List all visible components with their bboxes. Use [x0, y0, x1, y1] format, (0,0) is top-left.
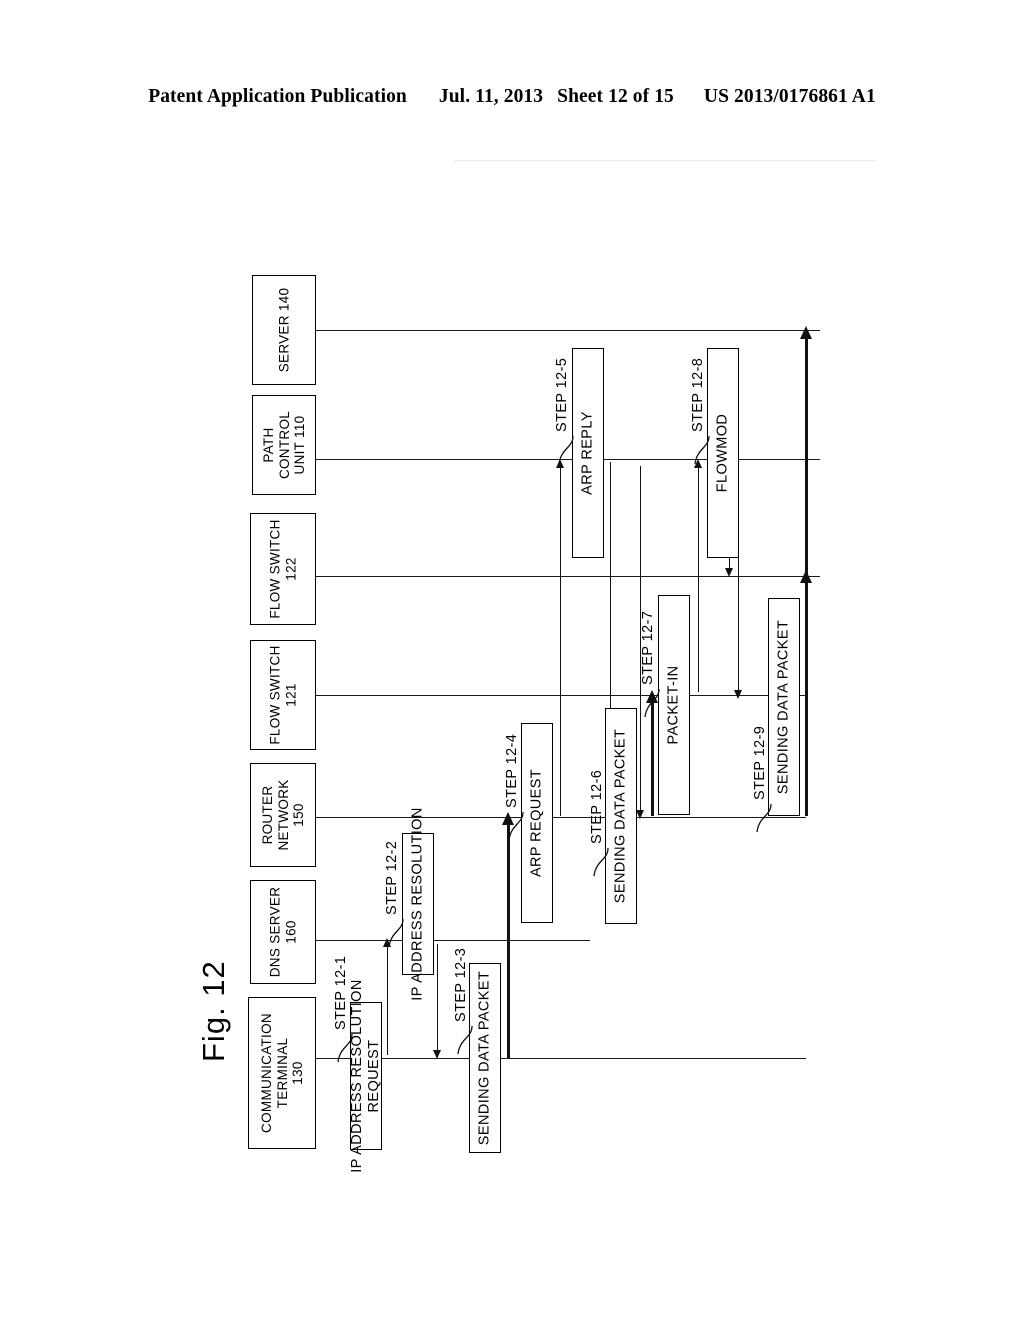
arrow-line-step-12-1 [387, 945, 388, 1055]
entity-box-router-network: ROUTER NETWORK 150 [250, 763, 316, 867]
message-label-step-12-4: ARP REQUEST [528, 768, 545, 878]
message-label-step-12-6: SENDING DATA PACKET [612, 728, 629, 904]
arrow-line-step-12-9-upper [805, 338, 808, 576]
arrow-head-step-12-9-upper [800, 326, 812, 339]
step-label-12-1: STEP 12-1 [333, 955, 349, 1030]
message-label-step-12-7: PACKET-IN [665, 665, 682, 745]
step-label-12-5: STEP 12-5 [554, 357, 570, 432]
step-label-12-8: STEP 12-8 [690, 357, 706, 432]
message-label-step-12-5: ARP REPLY [579, 411, 596, 495]
step-label-12-2: STEP 12-2 [384, 840, 400, 915]
lifeline-dns-server [316, 940, 590, 941]
entity-label-flow-switch-122: FLOW SWITCH 122 [267, 519, 299, 619]
entity-label-path-control-unit: PATH CONTROL UNIT 110 [260, 410, 307, 480]
entity-box-flow-switch-122: FLOW SWITCH 122 [250, 513, 316, 625]
step-hook-12-7 [644, 688, 660, 718]
figure-title: Fig. 12 [196, 960, 231, 1062]
step-hook-12-3 [457, 1025, 473, 1055]
step-label-12-6: STEP 12-6 [589, 769, 605, 844]
entity-box-dns-server: DNS SERVER 160 [250, 880, 316, 984]
arrow-head-step-12-6 [636, 810, 644, 819]
step-label-12-4: STEP 12-4 [504, 733, 520, 808]
arrow-head-step-12-8-down-122 [725, 568, 733, 577]
message-label-step-12-2: IP ADDRESS RESOLUTION [409, 807, 426, 1001]
entity-label-router-network: ROUTER NETWORK 150 [259, 779, 306, 851]
message-box-step-12-2: IP ADDRESS RESOLUTION [402, 807, 434, 1001]
step-hook-12-1 [337, 1033, 353, 1063]
lifeline-server [316, 330, 820, 331]
arrow-head-step-12-8-down-121 [734, 690, 742, 699]
lifeline-flow-switch-122 [316, 576, 820, 577]
step-hook-12-5 [558, 435, 574, 465]
lifeline-router-network [316, 817, 806, 818]
step-hook-12-8 [694, 435, 710, 465]
entity-box-flow-switch-121: FLOW SWITCH 121 [250, 640, 316, 750]
step-label-12-9: STEP 12-9 [752, 725, 768, 800]
arrow-line-step-12-3 [507, 824, 510, 1058]
message-label-step-12-9: SENDING DATA PACKET [775, 619, 792, 795]
arrow-line-step-12-4 [560, 466, 561, 816]
entity-box-server: SERVER 140 [252, 275, 316, 385]
message-box-step-12-6: SENDING DATA PACKET [605, 708, 637, 924]
arrow-line-step-12-8-up [698, 466, 699, 692]
step-label-12-7: STEP 12-7 [640, 610, 656, 685]
message-label-step-12-3: SENDING DATA PACKET [476, 970, 493, 1146]
message-box-step-12-1: IP ADDRESS RESOLUTION REQUEST [349, 979, 382, 1173]
message-label-step-12-8: FLOWMOD [714, 413, 731, 493]
step-hook-12-6 [593, 847, 609, 877]
figure-12: Fig. 12 SERVER 140 PATH CONTROL UNIT 110 F… [0, 0, 1024, 1320]
lifeline-flow-switch-121 [316, 695, 806, 696]
arrow-line-step-12-2 [437, 944, 438, 1050]
entity-label-communication-terminal: COMMUNICATION TERMINAL 130 [258, 1013, 305, 1133]
entity-box-path-control-unit: PATH CONTROL UNIT 110 [252, 395, 316, 495]
arrow-head-step-12-2 [433, 1050, 441, 1059]
step-hook-12-9 [756, 803, 772, 833]
lifeline-communication-terminal [316, 1058, 806, 1059]
entity-label-flow-switch-121: FLOW SWITCH 121 [267, 645, 299, 745]
message-label-step-12-1: IP ADDRESS RESOLUTION REQUEST [349, 979, 382, 1173]
entity-label-dns-server: DNS SERVER 160 [267, 886, 299, 978]
arrow-line-step-12-9-lower [805, 582, 808, 816]
step-label-12-3: STEP 12-3 [453, 947, 469, 1022]
step-hook-12-2 [388, 918, 404, 948]
message-box-step-12-3: SENDING DATA PACKET [469, 963, 501, 1153]
message-box-step-12-9: SENDING DATA PACKET [768, 598, 800, 816]
entity-label-server: SERVER 140 [276, 287, 292, 373]
step-hook-12-4 [508, 811, 524, 841]
entity-box-communication-terminal: COMMUNICATION TERMINAL 130 [248, 997, 316, 1149]
scan-artifact [455, 160, 875, 161]
